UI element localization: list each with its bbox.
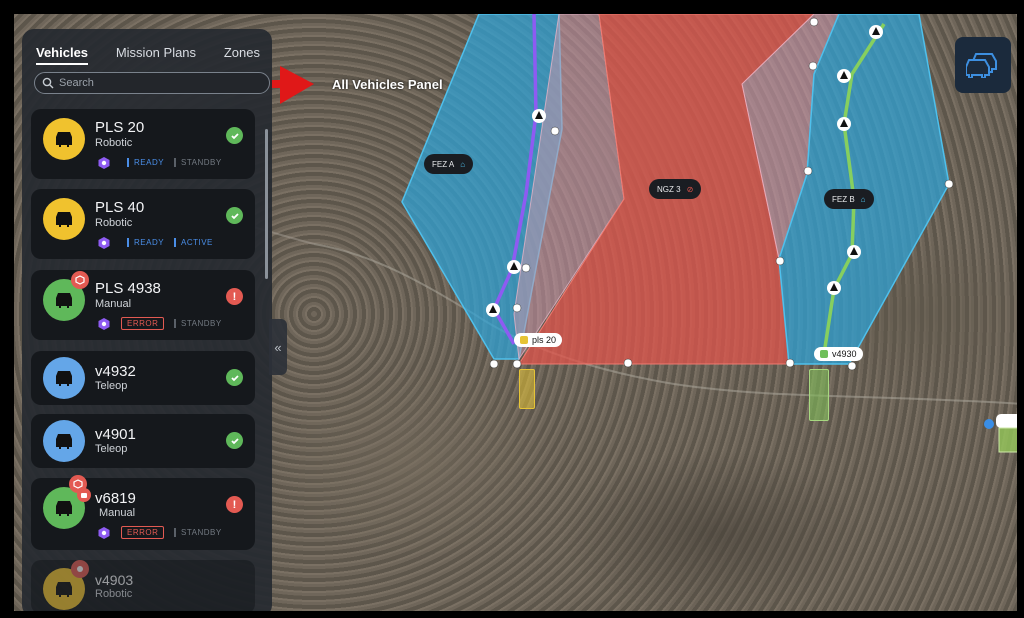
offline-badge-icon xyxy=(71,560,89,578)
tab-zones[interactable]: Zones xyxy=(224,45,260,65)
vehicle-name: PLS 4938 xyxy=(95,280,161,297)
map-vehicle-label-v4930[interactable]: v4930 xyxy=(814,347,863,361)
state-active: ACTIVE xyxy=(174,238,213,247)
status-ok-icon xyxy=(226,207,243,224)
vehicle-name: PLS 20 xyxy=(95,119,145,136)
vehicle-name: v4903 xyxy=(95,572,134,588)
vehicle-card-v4932[interactable]: v4932 Teleop xyxy=(31,351,255,405)
vehicle-card-pls-20[interactable]: PLS 20 Robotic READY STANDBY xyxy=(31,109,255,179)
vehicle-avatar xyxy=(43,198,85,240)
panel-scrollbar[interactable] xyxy=(265,129,268,279)
vehicle-marker-pls20[interactable] xyxy=(519,369,535,409)
car-icon xyxy=(56,434,72,449)
autonomy-hex-icon xyxy=(98,318,110,330)
lock-icon: ⌂ xyxy=(460,159,466,169)
status-alert-icon: ! xyxy=(226,288,243,305)
map-vehicle-label-pls20[interactable]: pls 20 xyxy=(514,333,563,347)
car-icon xyxy=(56,293,72,308)
status-ok-icon xyxy=(226,369,243,386)
status-ok-icon xyxy=(226,127,243,144)
vehicle-name: PLS 40 xyxy=(95,199,145,216)
state-standby: STANDBY xyxy=(174,158,222,167)
vehicle-type: Robotic xyxy=(95,217,133,229)
fleet-vehicles-icon xyxy=(966,53,997,78)
car-icon xyxy=(56,371,72,386)
lock-icon: ⌂ xyxy=(860,194,866,204)
state-standby: STANDBY xyxy=(174,528,222,537)
autonomy-hex-icon xyxy=(98,237,110,249)
vehicle-avatar xyxy=(43,420,85,462)
search-input[interactable] xyxy=(59,75,259,91)
vehicle-card-pls-40[interactable]: PLS 40 Robotic READY ACTIVE xyxy=(31,189,255,259)
fleet-vehicles-button[interactable] xyxy=(955,37,1011,93)
vehicle-type: Robotic xyxy=(95,137,133,149)
collapse-left-icon: « xyxy=(274,339,282,355)
tab-mission-plans[interactable]: Mission Plans xyxy=(116,45,196,65)
vehicle-marker-v4930[interactable] xyxy=(809,369,829,421)
car-icon xyxy=(56,501,72,516)
vehicle-name: v6819 xyxy=(95,490,136,507)
vehicle-dot-icon xyxy=(820,350,828,358)
no-go-icon: ⊘ xyxy=(686,184,694,194)
vehicle-card-pls-4938[interactable]: PLS 4938 Manual ! ERROR STANDBY xyxy=(31,270,255,340)
state-error: ERROR xyxy=(121,317,165,330)
vehicle-avatar xyxy=(43,118,85,160)
tab-vehicles[interactable]: Vehicles xyxy=(36,45,89,65)
state-error: ERROR xyxy=(121,526,165,539)
hand-badge-icon xyxy=(77,488,91,502)
vehicle-name: v4901 xyxy=(95,426,136,443)
vehicle-card-v4903[interactable]: v4903 Robotic xyxy=(31,560,255,611)
vehicles-panel: Vehicles Mission Plans Zones PLS 20 Robo… xyxy=(22,29,272,611)
screenshot-frame: FEZ A ⌂ NGZ 3 ⊘ FEZ B ⌂ pls 20 v4930 All… xyxy=(4,4,1020,614)
vehicle-type: Manual xyxy=(99,507,136,519)
vehicle-type: Teleop xyxy=(95,443,128,455)
zone-label-ngz-3[interactable]: NGZ 3 ⊘ xyxy=(649,179,702,199)
status-ok-icon xyxy=(226,432,243,449)
vehicle-avatar xyxy=(43,357,85,399)
status-alert-icon: ! xyxy=(226,496,243,513)
search-icon xyxy=(42,77,54,89)
vehicle-type: Manual xyxy=(95,298,132,310)
search-box[interactable] xyxy=(34,72,270,94)
vehicle-type: Teleop xyxy=(95,380,128,392)
autonomy-hex-icon xyxy=(98,157,110,169)
state-standby: STANDBY xyxy=(174,319,222,328)
autonomy-hex-icon xyxy=(98,527,110,539)
collapse-panel-button[interactable]: « xyxy=(269,319,287,375)
annotation-label: All Vehicles Panel xyxy=(332,77,443,92)
car-icon xyxy=(56,582,72,597)
panel-tabs: Vehicles Mission Plans Zones xyxy=(36,45,260,65)
vehicle-name: v4932 xyxy=(95,363,136,380)
vehicle-card-v4901[interactable]: v4901 Teleop xyxy=(31,414,255,468)
vehicle-card-v6819[interactable]: v6819 Manual ! ERROR STANDBY xyxy=(31,475,255,550)
vehicle-marker-offscreen[interactable] xyxy=(984,414,1020,453)
state-ready: READY xyxy=(127,238,164,247)
zone-label-fez-b[interactable]: FEZ B ⌂ xyxy=(824,189,874,209)
vehicle-type: Robotic xyxy=(95,588,133,600)
vehicle-dot-icon xyxy=(520,336,528,344)
state-ready: READY xyxy=(127,158,164,167)
car-icon xyxy=(56,132,72,147)
warning-badge-icon xyxy=(71,271,89,289)
zone-label-fez-a[interactable]: FEZ A ⌂ xyxy=(424,154,474,174)
car-icon xyxy=(56,212,72,227)
